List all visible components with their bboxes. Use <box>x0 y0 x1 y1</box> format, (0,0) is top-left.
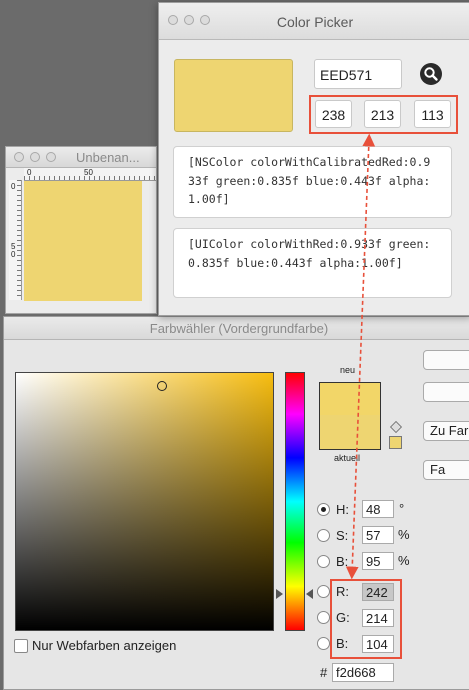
connector-arrow <box>345 133 376 580</box>
